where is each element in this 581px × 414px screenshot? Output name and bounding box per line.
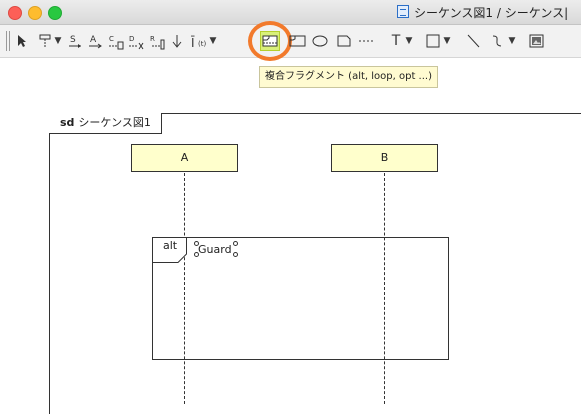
message-dropdown-chevron-icon[interactable]: ▼ [209, 31, 217, 51]
found-message-icon[interactable] [170, 31, 184, 51]
guard-resize-handle-top-left[interactable] [194, 241, 199, 246]
line-dropdown-chevron-icon[interactable]: ▼ [508, 31, 516, 51]
toolbar-grip-icon[interactable] [6, 31, 10, 51]
rectangle-icon[interactable] [426, 31, 440, 51]
text-dropdown-chevron-icon[interactable]: ▼ [405, 31, 413, 51]
svg-text:(t): (t) [198, 40, 206, 48]
anchor-line-icon[interactable] [358, 31, 376, 51]
combined-fragment-tooltip: 複合フラグメント (alt, loop, opt ...) [259, 66, 438, 88]
close-window-button[interactable] [8, 6, 22, 20]
sync-message-icon[interactable]: S [68, 31, 82, 51]
guard-resize-handle-bottom-right[interactable] [233, 252, 238, 257]
image-icon[interactable] [529, 31, 545, 51]
svg-text:S: S [70, 35, 76, 45]
guard-label[interactable]: Guard [198, 243, 232, 257]
note-icon[interactable] [336, 31, 352, 51]
lifeline-b-head[interactable]: B [331, 144, 438, 172]
destroy-message-icon[interactable]: D [128, 31, 144, 51]
freehand-line-icon[interactable] [490, 31, 504, 51]
text-icon[interactable]: T [390, 31, 402, 51]
frame-name: シーケンス図1 [78, 116, 151, 129]
interaction-use-icon[interactable] [289, 31, 307, 51]
svg-text:C: C [109, 35, 114, 43]
frame-name-tab: sd シーケンス図1 [49, 113, 162, 134]
lifeline-a-head[interactable]: A [131, 144, 238, 172]
svg-text:R: R [150, 35, 155, 43]
svg-text:Ī: Ī [191, 36, 195, 50]
guard-resize-handle-top-right[interactable] [233, 241, 238, 246]
guard-resize-handle-bottom-left[interactable] [194, 252, 199, 257]
shape-dropdown-chevron-icon[interactable]: ▼ [443, 31, 451, 51]
line-icon[interactable] [466, 31, 480, 51]
maximize-window-button[interactable] [48, 6, 62, 20]
async-message-icon[interactable]: A [88, 31, 102, 51]
select-pointer-icon[interactable] [16, 31, 28, 51]
document-icon [397, 5, 409, 18]
minimize-window-button[interactable] [28, 6, 42, 20]
window-title: シーケンス図1 / シーケンス| [414, 6, 569, 20]
title-bar: シーケンス図1 / シーケンス| [0, 0, 581, 25]
svg-text:A: A [90, 35, 97, 45]
fragment-operator-label: alt [163, 239, 178, 252]
lifeline-icon[interactable] [38, 31, 52, 51]
frame-keyword: sd [60, 116, 75, 129]
lifeline-dropdown-chevron-icon[interactable]: ▼ [54, 31, 62, 51]
highlight-ring [248, 21, 292, 61]
state-invariant-icon[interactable]: Ī (t) [190, 31, 206, 51]
svg-text:D: D [129, 35, 134, 43]
reply-message-icon[interactable]: R [149, 31, 165, 51]
note-ellipse-icon[interactable] [311, 31, 329, 51]
create-message-icon[interactable]: C [108, 31, 124, 51]
